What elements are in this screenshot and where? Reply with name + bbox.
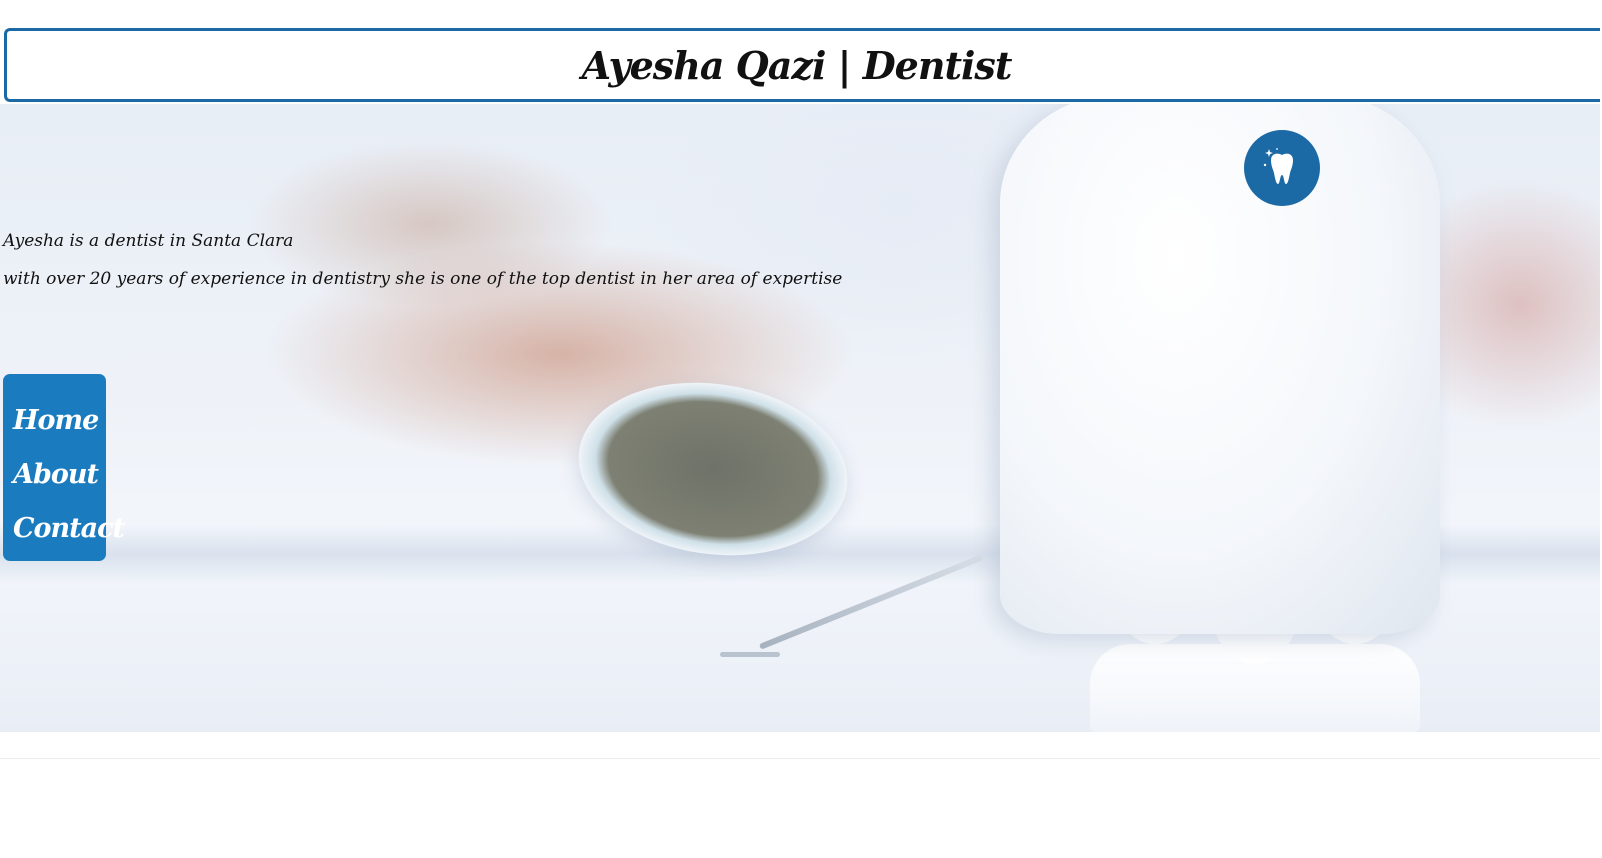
nav-about-link[interactable]: About [13, 448, 106, 502]
intro-line-2: with over 20 years of experience in dent… [3, 269, 843, 289]
nav-home-link[interactable]: Home [13, 394, 106, 448]
site-title: Ayesha Qazi | Dentist [581, 42, 1013, 88]
page: Ayesha Qazi | Dentist Ayesha is a dentis… [0, 0, 1602, 858]
dental-mirror-handle-base [720, 652, 780, 657]
intro-line-1: Ayesha is a dentist in Santa Clara [3, 231, 294, 251]
nav-contact-link[interactable]: Contact [13, 502, 125, 556]
logo [1244, 130, 1320, 206]
intro-text: Ayesha is a dentist in Santa Clara with … [3, 222, 842, 298]
footer-divider [0, 758, 1600, 759]
tooth-model-image [1000, 104, 1440, 634]
hero-background-image [0, 104, 1600, 732]
site-header: Ayesha Qazi | Dentist [4, 28, 1600, 102]
tooth-icon [1263, 148, 1293, 184]
side-nav: Home About Contact [3, 374, 125, 561]
